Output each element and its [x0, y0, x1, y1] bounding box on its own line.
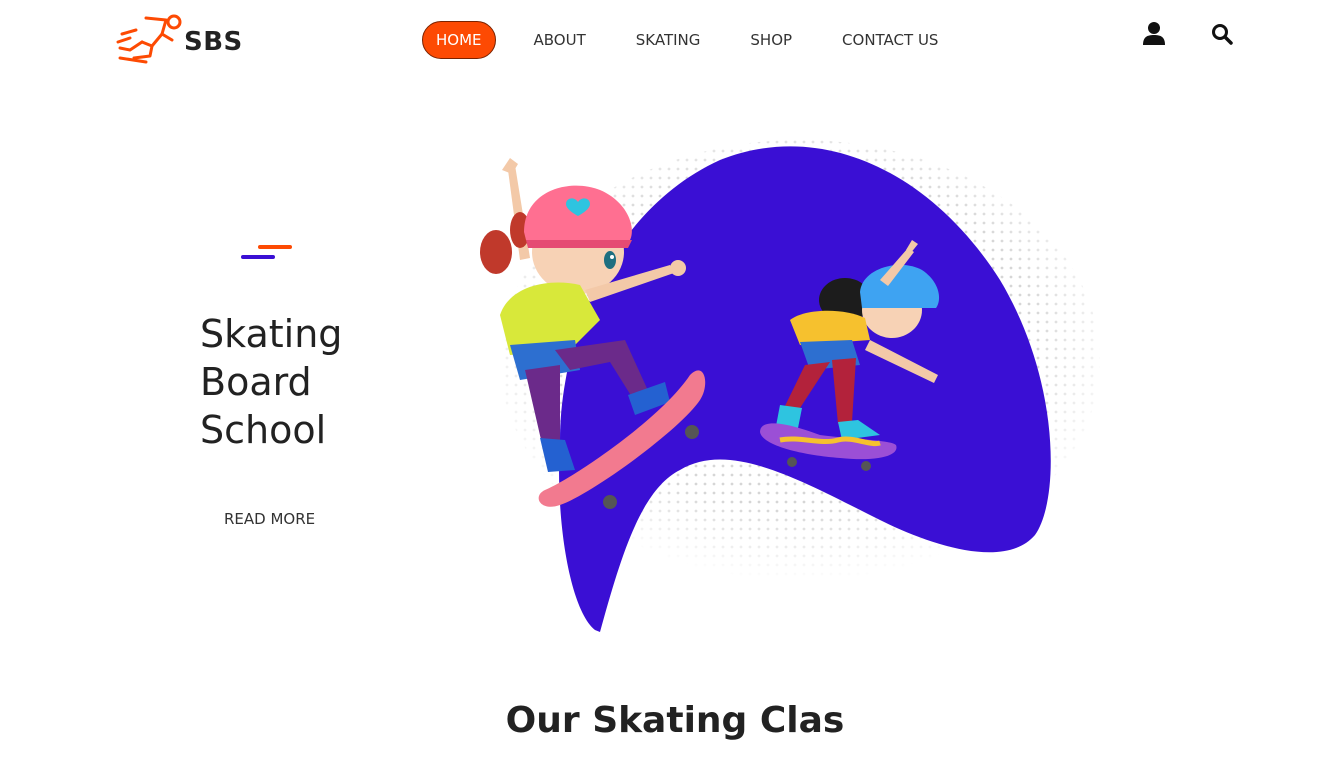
- main-nav: HOME ABOUT SKATING SHOP CONTACT US: [422, 21, 963, 59]
- page: SBS HOME ABOUT SKATING SHOP CONTACT US S…: [0, 0, 1340, 768]
- nav-skating[interactable]: SKATING: [611, 21, 726, 59]
- skater-icon: [116, 14, 182, 64]
- hero-title-line: School: [200, 408, 327, 452]
- accent-lines-icon: [241, 245, 292, 259]
- brand-name: SBS: [184, 27, 243, 57]
- section-title: Our Skating Clas: [505, 700, 845, 741]
- nav-about[interactable]: ABOUT: [509, 21, 611, 59]
- kids-skateboarding-illustration: [480, 140, 1100, 632]
- brand-logo[interactable]: SBS: [116, 12, 243, 64]
- nav-contact-us[interactable]: CONTACT US: [817, 21, 963, 59]
- search-icon[interactable]: [1210, 21, 1234, 47]
- nav-shop[interactable]: SHOP: [725, 21, 817, 59]
- read-more-link[interactable]: READ MORE: [224, 510, 315, 528]
- hero-title-line: Skating: [200, 312, 343, 356]
- user-icon[interactable]: [1142, 21, 1166, 47]
- hero-title: Skating Board School: [200, 310, 342, 454]
- hero-title-line: Board: [200, 360, 312, 404]
- nav-home[interactable]: HOME: [422, 21, 496, 59]
